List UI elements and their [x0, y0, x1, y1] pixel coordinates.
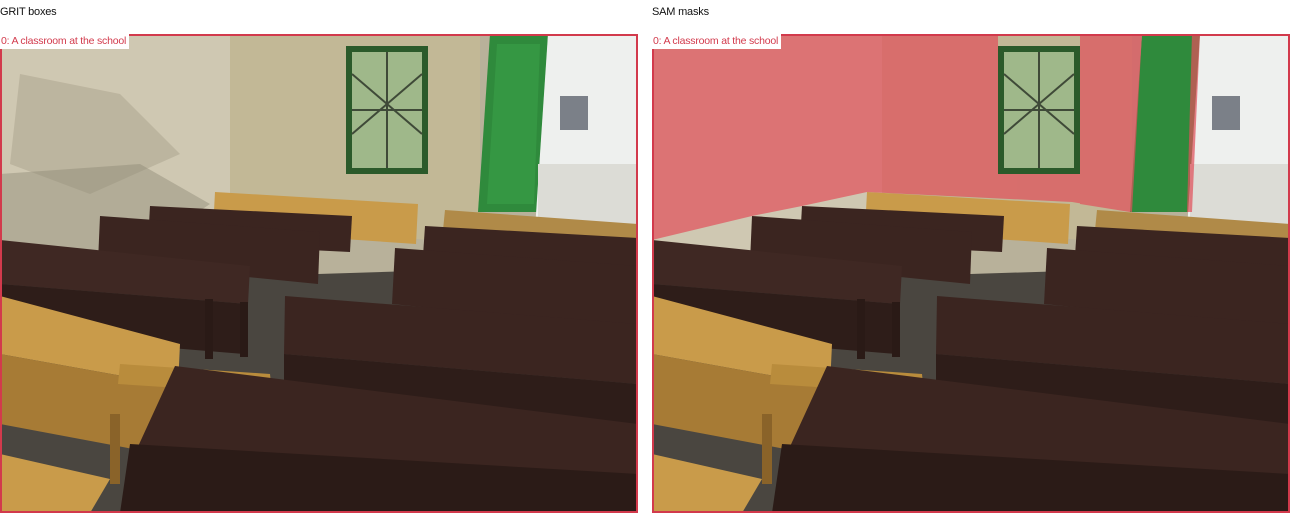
sam-masks-title: SAM masks — [652, 6, 709, 18]
grit-boxes-title: GRIT boxes — [0, 6, 57, 18]
classroom-photo — [0, 34, 638, 513]
box-label: 0: A classroom at the school — [652, 34, 782, 49]
classroom-photo-masked — [652, 34, 1290, 513]
grit-boxes-panel: 0: A classroom at the school — [0, 34, 638, 513]
sam-masks-panel: 0: A classroom at the school — [652, 34, 1290, 513]
box-label: 0: A classroom at the school — [0, 34, 130, 49]
